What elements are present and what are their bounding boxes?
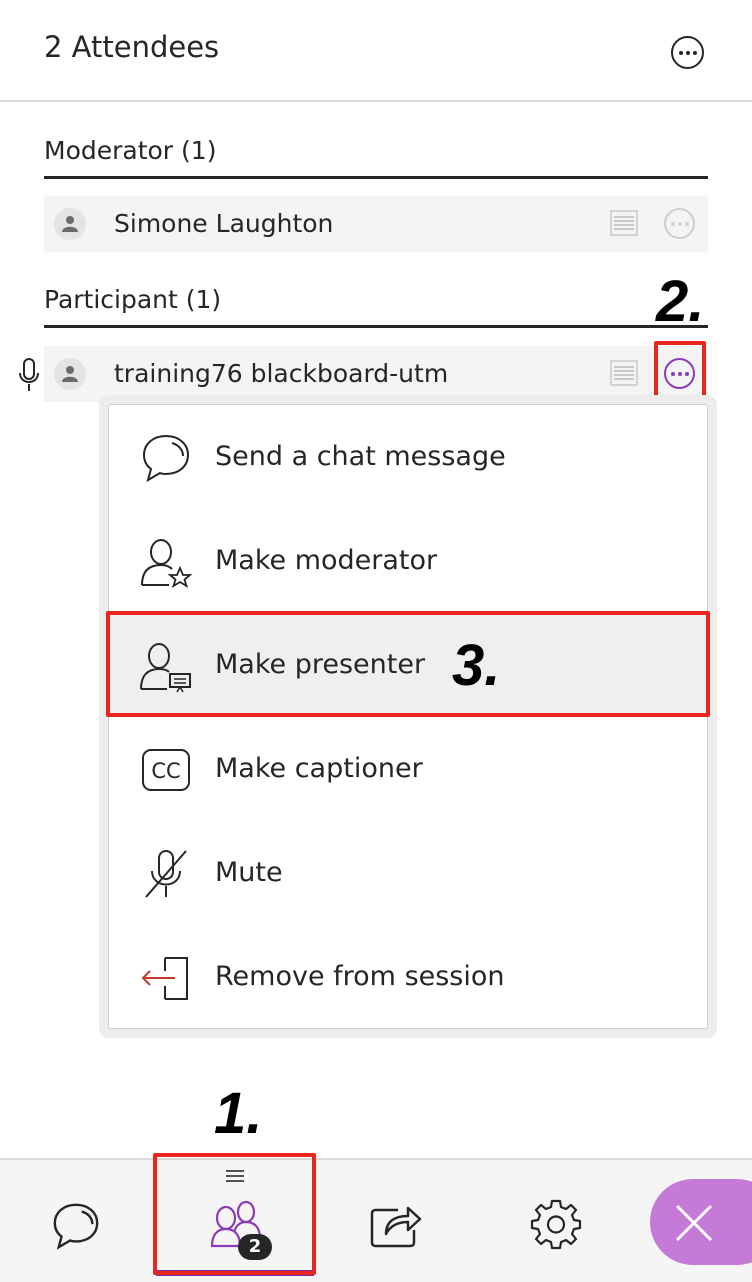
person-star-icon bbox=[141, 539, 193, 589]
panel-header: 2 Attendees bbox=[0, 0, 752, 102]
bottom-navigation-bar: 2 bbox=[0, 1158, 752, 1282]
menu-item-make-presenter[interactable]: Make presenter bbox=[109, 613, 707, 717]
chat-tab[interactable] bbox=[16, 1160, 136, 1280]
attendees-title: 2 Attendees bbox=[44, 30, 220, 64]
menu-item-remove-from-session[interactable]: Remove from session bbox=[109, 925, 707, 1029]
mic-muted-icon bbox=[145, 850, 187, 898]
more-icon bbox=[678, 50, 697, 55]
menu-item-label: Make captioner bbox=[215, 753, 423, 784]
participant-section-divider bbox=[44, 325, 708, 328]
drag-handle-icon[interactable] bbox=[226, 1170, 244, 1185]
moderator-section-title: Moderator (1) bbox=[44, 136, 217, 165]
attendee-options-menu: Send a chat message Make moderator Make … bbox=[108, 404, 708, 1029]
menu-item-mute[interactable]: Mute bbox=[109, 821, 707, 925]
menu-item-label: Remove from session bbox=[215, 961, 505, 992]
more-icon bbox=[670, 221, 689, 226]
avatar bbox=[54, 208, 86, 240]
list-icon bbox=[610, 210, 638, 236]
annotation-step-3: 3. bbox=[452, 633, 501, 698]
attendees-tab[interactable]: 2 bbox=[156, 1160, 314, 1280]
menu-item-label: Make presenter bbox=[215, 649, 426, 680]
list-icon bbox=[610, 360, 638, 386]
menu-item-make-captioner[interactable]: CC Make captioner bbox=[109, 717, 707, 821]
close-panel-button[interactable] bbox=[650, 1179, 752, 1265]
attendee-row-participant[interactable]: training76 blackboard-utm bbox=[44, 346, 708, 402]
person-presentation-icon bbox=[140, 643, 191, 693]
exit-door-icon bbox=[141, 957, 188, 1000]
menu-item-label: Mute bbox=[215, 857, 283, 888]
menu-item-send-chat[interactable]: Send a chat message bbox=[109, 405, 707, 509]
close-icon bbox=[675, 1204, 713, 1242]
chat-bubble-icon bbox=[142, 434, 190, 483]
person-icon bbox=[62, 366, 78, 382]
menu-item-make-moderator[interactable]: Make moderator bbox=[109, 509, 707, 613]
attendees-more-options-button[interactable] bbox=[671, 36, 704, 69]
participant-section-title: Participant (1) bbox=[44, 285, 222, 314]
moderator-section-divider bbox=[44, 176, 708, 179]
cc-icon: CC bbox=[142, 749, 190, 791]
attendee-name: Simone Laughton bbox=[114, 209, 334, 238]
svg-text:CC: CC bbox=[151, 759, 180, 783]
attendee-row-moderator[interactable]: Simone Laughton bbox=[44, 196, 708, 252]
avatar bbox=[54, 358, 86, 390]
attendee-name: training76 blackboard-utm bbox=[114, 359, 449, 388]
share-content-tab[interactable] bbox=[336, 1160, 456, 1280]
active-tab-indicator bbox=[156, 1270, 314, 1276]
person-icon bbox=[62, 216, 78, 232]
participant-more-options-button[interactable] bbox=[664, 358, 695, 389]
moderator-more-options-button[interactable] bbox=[664, 208, 695, 239]
attendees-count-badge: 2 bbox=[238, 1234, 272, 1260]
annotation-step-2: 2. bbox=[656, 269, 705, 334]
more-icon bbox=[670, 371, 689, 376]
microphone-icon bbox=[19, 358, 39, 391]
annotation-step-1: 1. bbox=[214, 1081, 263, 1146]
menu-item-label: Send a chat message bbox=[215, 441, 506, 472]
share-content-icon bbox=[370, 1206, 422, 1248]
menu-item-label: Make moderator bbox=[215, 545, 438, 576]
settings-tab[interactable] bbox=[496, 1160, 616, 1280]
chat-icon bbox=[53, 1203, 99, 1250]
gear-icon bbox=[530, 1199, 582, 1250]
